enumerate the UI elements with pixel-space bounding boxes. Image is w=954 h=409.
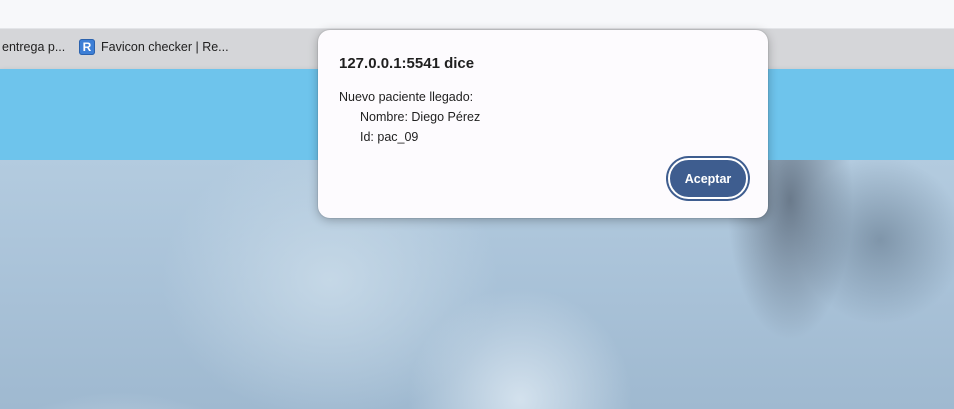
accept-button[interactable]: Aceptar [668,158,748,199]
favicon-r-icon: R [79,39,95,55]
bookmark-label: Favicon checker | Re... [101,40,229,54]
bookmark-entrega[interactable]: entrega p... [2,40,65,54]
message-heading: Nuevo paciente llegado: [339,90,474,104]
patient-name-line: Nombre: Diego Pérez [360,110,481,124]
browser-top-strip [0,0,954,29]
bookmark-favicon-checker[interactable]: R Favicon checker | Re... [79,39,229,55]
patient-id-line: Id: pac_09 [360,130,419,144]
dialog-message: Nuevo paciente llegado: Nombre: Diego Pé… [339,87,480,147]
bookmark-label: entrega p... [2,40,66,54]
dialog-title: 127.0.0.1:5541 dice [339,55,475,72]
alert-dialog: 127.0.0.1:5541 dice Nuevo paciente llega… [318,30,768,218]
